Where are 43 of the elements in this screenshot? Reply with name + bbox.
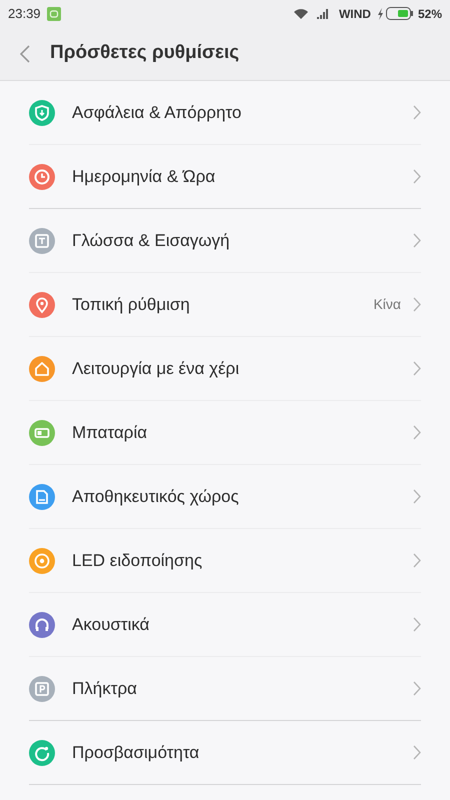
carrier-name: WIND — [338, 6, 371, 22]
chevron-icon — [413, 105, 421, 120]
chevron-icon — [413, 361, 421, 376]
settings-row[interactable]: LED ειδοποίησης — [29, 529, 421, 593]
page-title: Πρόσθετες ρυθμίσεις — [50, 41, 240, 66]
settings-row[interactable]: Τοπική ρύθμιση Κίνα — [29, 273, 421, 337]
row-label: Προσβασιμότητα — [72, 742, 200, 764]
row-label: Ασφάλεια & Απόρρητο — [72, 102, 242, 124]
settings-row[interactable]: Ημερομηνία & Ώρα — [29, 145, 421, 209]
chevron-icon — [413, 425, 421, 440]
row-label: Πλήκτρα — [72, 678, 138, 700]
chevron-icon — [413, 617, 421, 632]
battery-percent: 52% — [418, 6, 442, 22]
app-notification-icon — [46, 6, 61, 20]
wifi-icon — [292, 8, 309, 20]
signal-icon — [316, 8, 331, 19]
row-label: LED ειδοποίησης — [72, 550, 204, 572]
status-time: 23:39 — [8, 4, 41, 23]
settings-row[interactable]: Προσβασιμότητα — [29, 721, 421, 785]
settings-row[interactable]: Αποθηκευτικός χώρος — [29, 465, 421, 529]
battery-icon — [386, 7, 414, 20]
settings-row[interactable]: Πλήκτρα — [29, 657, 421, 721]
row-label: Ημερομηνία & Ώρα — [72, 166, 216, 188]
chevron-icon — [413, 553, 421, 568]
settings-row[interactable]: Μπαταρία — [29, 401, 421, 465]
chevron-icon — [413, 297, 421, 312]
row-label: Γλώσσα & Εισαγωγή — [72, 230, 231, 252]
chevron-icon — [413, 233, 421, 248]
row-label: Λειτουργία με ένα χέρι — [72, 358, 240, 380]
chevron-icon — [413, 169, 421, 184]
row-label: Ακουστικά — [72, 614, 150, 636]
settings-row[interactable]: Ασφάλεια & Απόρρητο — [29, 81, 421, 145]
chevron-icon — [413, 489, 421, 504]
chevron-icon — [413, 745, 421, 760]
row-label: Μπαταρία — [72, 422, 148, 444]
row-label: Αποθηκευτικός χώρος — [72, 486, 240, 508]
chevron-icon — [413, 681, 421, 696]
charging-icon — [376, 8, 384, 20]
settings-row[interactable]: Ακουστικά — [29, 593, 421, 657]
row-value: Κίνα — [373, 295, 401, 314]
settings-row[interactable]: Γλώσσα & Εισαγωγή — [29, 209, 421, 273]
settings-row[interactable]: Λειτουργία με ένα χέρι — [29, 337, 421, 401]
row-label: Τοπική ρύθμιση — [72, 294, 191, 316]
